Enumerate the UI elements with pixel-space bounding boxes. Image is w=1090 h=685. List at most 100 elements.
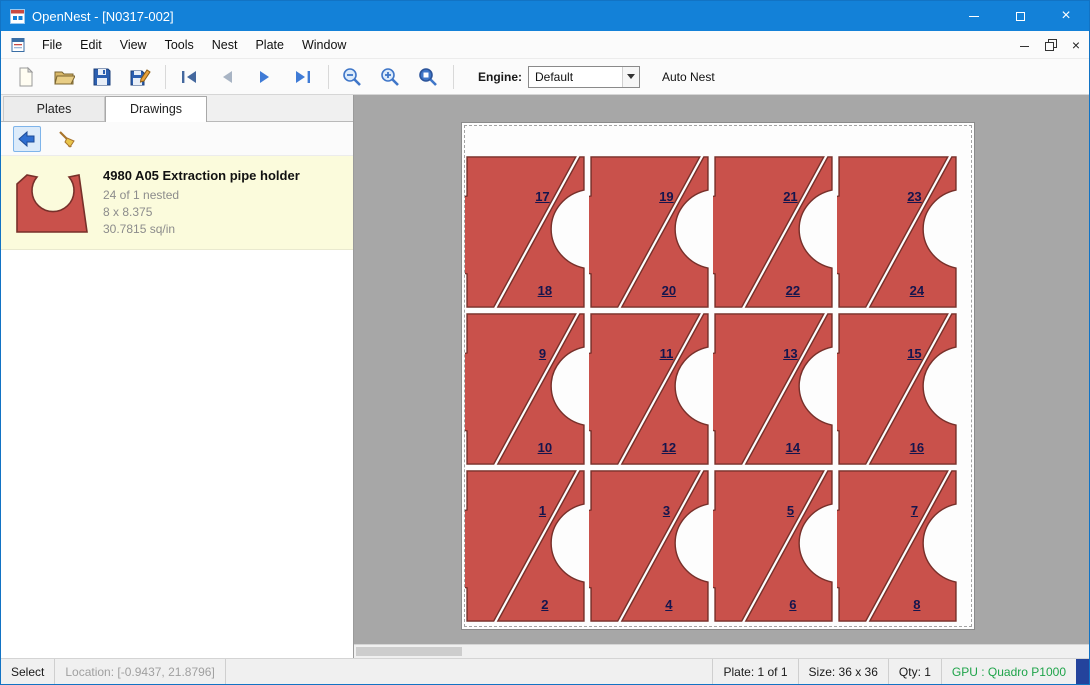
mdi-restore-button[interactable] [1037,31,1063,58]
close-button[interactable]: × [1043,1,1089,31]
nav-first-button[interactable] [174,63,204,91]
engine-selected-value: Default [529,67,622,87]
part-pair-shape [837,469,958,623]
menu-item-view[interactable]: View [111,33,156,57]
new-file-icon [15,66,37,88]
last-plate-icon [292,66,314,88]
zoom-fit-icon [417,66,439,88]
menu-item-tools[interactable]: Tools [156,33,203,57]
drawing-list-empty-area [1,250,353,658]
open-button[interactable] [49,63,79,91]
mdi-close-button[interactable]: × [1063,31,1089,58]
part-pair-shape [465,469,586,623]
nested-part-pair[interactable]: 7 8 [837,469,958,623]
menu-item-plate[interactable]: Plate [246,33,293,57]
tab-drawings[interactable]: Drawings [105,96,207,122]
part-number-bottom: 18 [538,283,552,298]
status-size: Size: 36 x 36 [798,659,888,684]
part-pair-shape [837,155,958,309]
nest-canvas[interactable]: 17 18 19 20 21 22 23 24 9 10 [354,95,1089,658]
nest-grid: 17 18 19 20 21 22 23 24 9 10 [465,155,958,623]
mdi-restore-icon [1045,39,1056,50]
engine-dropdown-button[interactable] [622,67,639,87]
menu-item-file[interactable]: File [33,33,71,57]
chevron-down-icon [627,74,635,79]
part-number-top: 11 [660,346,674,361]
nested-part-pair[interactable]: 3 4 [589,469,710,623]
toolbar-separator [453,65,454,89]
zoom-out-button[interactable] [337,63,367,91]
part-pair-shape [465,312,586,466]
part-number-top: 9 [539,346,546,361]
drawing-area: 30.7815 sq/in [103,221,300,238]
drawings-toolbar [1,122,353,156]
mdi-minimize-button[interactable] [1011,31,1037,58]
zoom-in-icon [379,66,401,88]
toolbar-separator [328,65,329,89]
broom-icon [57,129,77,149]
zoom-in-button[interactable] [375,63,405,91]
menu-item-window[interactable]: Window [293,33,355,57]
resize-grip[interactable] [1076,659,1089,684]
part-number-bottom: 12 [662,440,676,455]
window-title: OpenNest - [N0317-002] [32,9,951,24]
part-number-bottom: 16 [910,440,924,455]
document-icon [11,38,25,52]
new-button[interactable] [11,63,41,91]
nested-part-pair[interactable]: 1 2 [465,469,586,623]
maximize-button[interactable] [997,1,1043,31]
statusbar: Select Location: [-0.9437, 21.8796] Plat… [1,658,1089,684]
zoom-fit-button[interactable] [413,63,443,91]
menu-item-nest[interactable]: Nest [203,33,247,57]
horizontal-scrollbar[interactable] [354,644,1089,658]
nested-part-pair[interactable]: 11 12 [589,312,710,466]
part-number-bottom: 4 [665,597,672,612]
drawing-info: 4980 A05 Extraction pipe holder 24 of 1 … [103,168,300,238]
part-pair-shape [837,312,958,466]
menu-item-edit[interactable]: Edit [71,33,111,57]
scrollbar-thumb[interactable] [356,647,462,656]
part-number-bottom: 8 [913,597,920,612]
nav-next-button[interactable] [250,63,280,91]
nested-part-pair[interactable]: 9 10 [465,312,586,466]
drawing-list-item[interactable]: 4980 A05 Extraction pipe holder 24 of 1 … [1,156,353,250]
tab-plates[interactable]: Plates [3,96,105,121]
part-number-top: 15 [907,346,921,361]
status-spacer [226,659,713,684]
next-plate-icon [254,66,276,88]
first-plate-icon [178,66,200,88]
drawing-title: 4980 A05 Extraction pipe holder [103,168,300,183]
auto-nest-button[interactable]: Auto Nest [662,70,715,84]
mdi-close-icon: × [1072,38,1080,52]
save-button[interactable] [87,63,117,91]
engine-label: Engine: [478,70,522,84]
nested-part-pair[interactable]: 17 18 [465,155,586,309]
part-number-bottom: 14 [786,440,800,455]
main-toolbar: Engine: Default Auto Nest [1,59,1089,95]
save-as-button[interactable] [125,63,155,91]
nested-part-pair[interactable]: 13 14 [713,312,834,466]
back-arrow-icon [17,129,37,149]
engine-select[interactable]: Default [528,66,640,88]
nav-prev-button[interactable] [212,63,242,91]
open-folder-icon [53,66,75,88]
plate[interactable]: 17 18 19 20 21 22 23 24 9 10 [461,122,975,630]
part-number-bottom: 24 [910,283,924,298]
clear-button[interactable] [53,126,81,152]
part-number-top: 19 [659,189,673,204]
status-qty: Qty: 1 [888,659,941,684]
nested-part-pair[interactable]: 15 16 [837,312,958,466]
nav-last-button[interactable] [288,63,318,91]
nested-part-pair[interactable]: 19 20 [589,155,710,309]
part-pair-shape [713,155,834,309]
nested-part-pair[interactable]: 23 24 [837,155,958,309]
part-number-top: 23 [907,189,921,204]
part-number-bottom: 20 [662,283,676,298]
part-number-bottom: 10 [538,440,552,455]
send-back-button[interactable] [13,126,41,152]
nested-part-pair[interactable]: 5 6 [713,469,834,623]
nested-part-pair[interactable]: 21 22 [713,155,834,309]
part-number-bottom: 22 [786,283,800,298]
app-icon [10,9,25,24]
minimize-button[interactable] [951,1,997,31]
